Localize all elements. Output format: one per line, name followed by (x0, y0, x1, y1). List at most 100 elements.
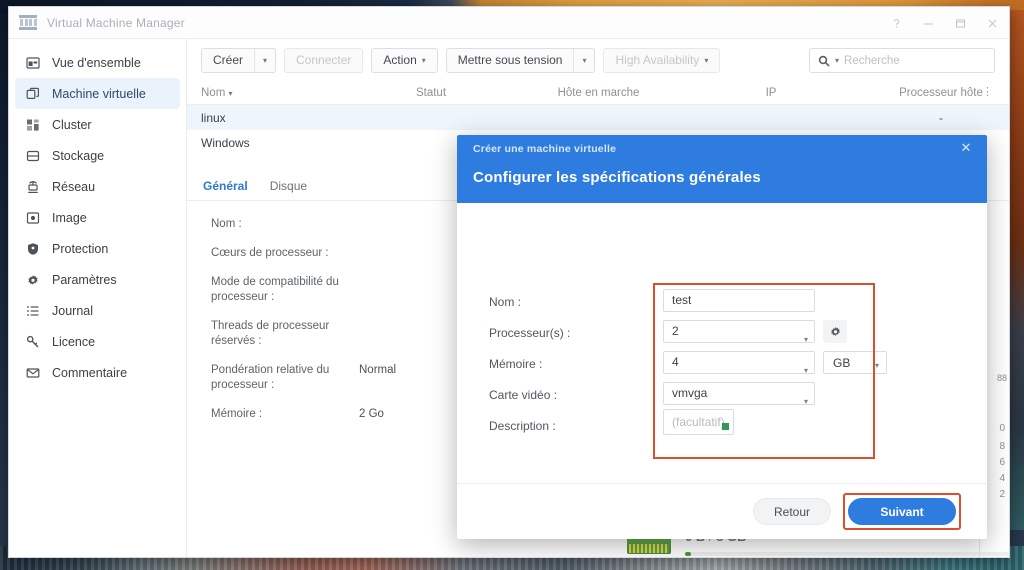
action-button[interactable]: Action ▾ (371, 47, 438, 73)
sidebar-item-protection[interactable]: Protection (15, 233, 180, 264)
sidebar-item-label: Licence (52, 334, 96, 349)
detail-value: Normal (359, 364, 397, 376)
sidebar-item-vue-densemble[interactable]: Vue d'ensemble (15, 47, 180, 78)
detail-key: Threads de processeur réservés : (211, 320, 330, 347)
description-label: Description : (489, 419, 556, 433)
memory-progress-bar (685, 552, 1009, 556)
sidebar-item-label: Machine virtuelle (52, 86, 146, 101)
sidebar-item-commentaire[interactable]: Commentaire (15, 357, 180, 388)
carte-video-value: vmvga (672, 386, 708, 400)
sort-arrow-icon: ▾ (228, 88, 233, 98)
high-availability-button[interactable]: High Availability ▾ (603, 47, 721, 73)
dialog-body: Nom : test Processeur(s) : 2 ▾ Mémoire:… (457, 203, 987, 539)
high-availability-label: High Availability (615, 53, 700, 67)
connecter-label: Connecter (296, 53, 352, 67)
chevron-down-icon: ▾ (704, 55, 709, 65)
sidebar-item-label: Vue d'ensemble (52, 55, 141, 70)
desktop-right-strip (1008, 10, 1024, 530)
sidebar-item-label: Paramètres (52, 272, 117, 287)
column-header-ip[interactable]: IP (686, 87, 856, 99)
window-title: Virtual Machine Manager (47, 15, 185, 30)
memoire-select[interactable]: 4 ▾ (663, 351, 815, 375)
sidebar-item-label: Commentaire (52, 365, 128, 380)
detail-key: Cœurs de processeur : (211, 247, 329, 259)
processeurs-control: 2 ▾ (663, 320, 815, 344)
nom-control: test (663, 289, 815, 312)
column-header-statut[interactable]: Statut (351, 87, 511, 99)
sidebar-item-machine-virtuelle[interactable]: Machine virtuelle (15, 78, 180, 109)
memoire-unit-select[interactable]: GB ▾ (823, 351, 887, 374)
column-label: Nom (201, 86, 226, 99)
sidebar-item-licence[interactable]: Licence (15, 326, 180, 357)
sidebar-item-reseau[interactable]: Réseau (15, 171, 180, 202)
mini-chart-tick: 4 (999, 473, 1005, 484)
cell-processeur-hote: - (939, 110, 943, 125)
connecter-button[interactable]: Connecter (284, 47, 364, 73)
suivant-button-highlight: Suivant (843, 493, 961, 530)
sidebar-item-label: Image (52, 210, 87, 225)
cpu-settings-gear-icon[interactable] (823, 320, 847, 343)
column-header-nom[interactable]: Nom ▾ (201, 87, 351, 99)
image-icon (25, 210, 40, 225)
mettre-sous-tension-split-button[interactable]: Mettre sous tension ▾ (445, 47, 596, 73)
sidebar-item-journal[interactable]: Journal (15, 295, 180, 326)
memoire-control: 4 ▾ (663, 351, 815, 375)
sidebar-item-cluster[interactable]: Cluster (15, 109, 180, 140)
create-vm-dialog: Créer une machine virtuelle Configurer l… (457, 135, 987, 539)
resize-grip-icon[interactable] (721, 423, 729, 430)
app-window: Virtual Machine Manager Vue d'ensemble M… (8, 6, 1010, 558)
carte-video-select[interactable]: vmvga ▾ (663, 382, 815, 406)
mettre-sous-tension-label: Mettre sous tension (447, 48, 575, 72)
log-list-icon (25, 303, 40, 318)
dialog-close-icon[interactable]: ✕ (959, 140, 973, 155)
help-icon[interactable] (889, 16, 903, 30)
detail-key: Mode de compatibilité du processeur : (211, 276, 339, 303)
retour-button[interactable]: Retour (753, 498, 831, 525)
mini-chart-tick: 6 (999, 457, 1005, 468)
table-row[interactable]: linux - (187, 105, 1009, 130)
carte-video-label: Carte vidéo : (489, 388, 558, 402)
creer-dropdown-arrow[interactable]: ▾ (255, 49, 275, 72)
description-textarea[interactable]: (facultatif) (663, 409, 734, 435)
column-header-hote-en-marche[interactable]: Hôte en marche (511, 87, 686, 99)
detail-key: Nom : (211, 218, 242, 230)
processeurs-value: 2 (672, 324, 679, 338)
search-scope-caret-icon[interactable]: ▾ (835, 56, 839, 65)
close-icon[interactable] (985, 16, 999, 30)
overview-icon (25, 55, 40, 70)
mettre-sous-tension-dropdown-arrow[interactable]: ▾ (574, 49, 594, 72)
chevron-down-icon: ▾ (421, 55, 426, 65)
dialog-footer: Retour Suivant (457, 483, 987, 539)
sidebar-item-label: Réseau (52, 179, 96, 194)
mini-chart-title: 88 (996, 373, 1007, 383)
vm-spec-form: Nom : test Processeur(s) : 2 ▾ Mémoire:… (489, 289, 949, 441)
vm-table-header: Nom ▾ Statut Hôte en marche IP Processeu… (187, 81, 1009, 105)
search-box[interactable]: ▾ (809, 48, 995, 73)
search-icon (818, 55, 830, 67)
creer-split-button[interactable]: Créer ▾ (201, 47, 277, 73)
column-options-icon[interactable]: ⋮ (982, 86, 993, 99)
sidebar-item-stockage[interactable]: Stockage (15, 140, 180, 171)
suivant-button[interactable]: Suivant (848, 498, 956, 525)
tab-disque[interactable]: Disque (270, 179, 307, 193)
search-input[interactable] (844, 54, 985, 67)
app-logo-icon (19, 14, 37, 31)
nom-input[interactable]: test (663, 289, 815, 312)
dialog-title: Configurer les spécifications générales (473, 169, 761, 186)
maximize-icon[interactable] (953, 16, 967, 30)
storage-icon (25, 148, 40, 163)
processeurs-label: Processeur(s) : (489, 326, 571, 340)
sidebar-item-image[interactable]: Image (15, 202, 180, 233)
detail-key: Mémoire : (211, 408, 263, 420)
dialog-breadcrumb: Créer une machine virtuelle (473, 143, 617, 155)
processeurs-select[interactable]: 2 ▾ (663, 320, 815, 344)
memoire-label: Mémoire : (489, 357, 543, 371)
sidebar-item-label: Protection (52, 241, 109, 256)
mini-chart-tick: 8 (999, 441, 1005, 452)
tab-general[interactable]: Général (203, 179, 248, 193)
minimize-icon[interactable] (921, 16, 935, 30)
sidebar-item-parametres[interactable]: Paramètres (15, 264, 180, 295)
description-control: (facultatif) (663, 409, 734, 435)
action-label: Action (383, 53, 417, 67)
network-icon (25, 179, 40, 194)
